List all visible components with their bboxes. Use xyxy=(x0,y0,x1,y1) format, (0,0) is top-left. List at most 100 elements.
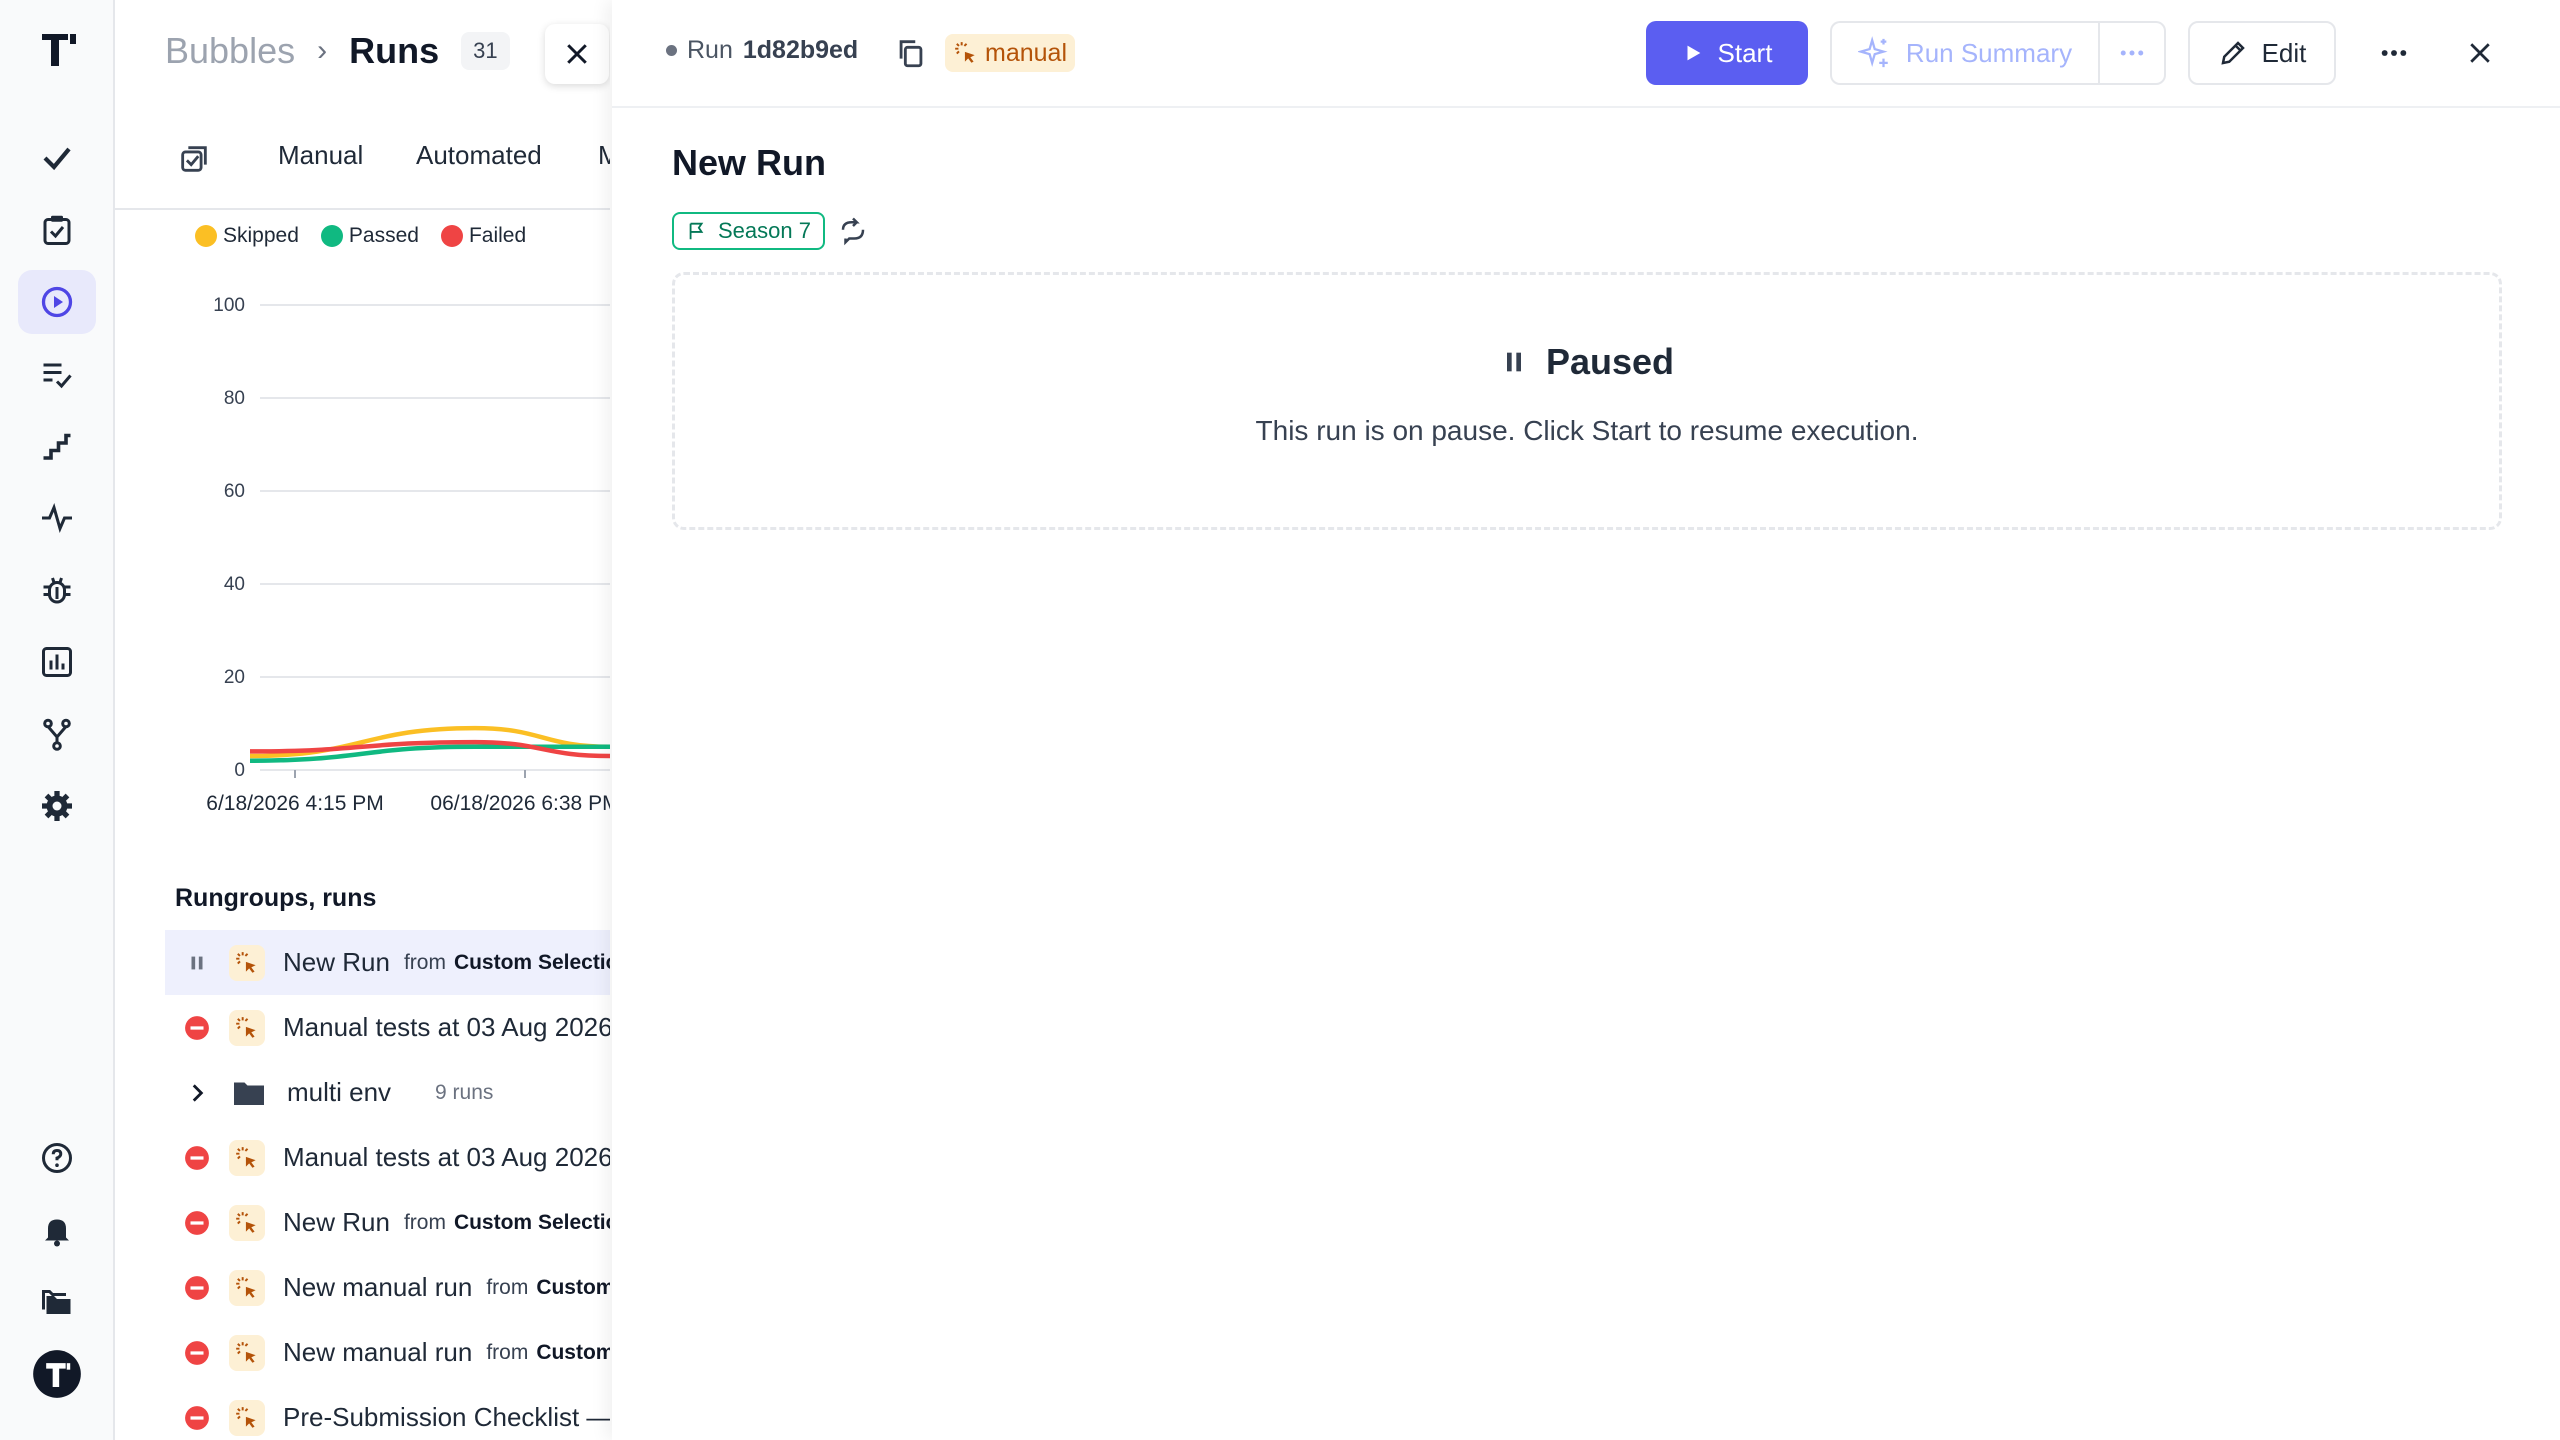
row-source: from Custom Selection xyxy=(486,1341,610,1365)
select-runs-icon[interactable] xyxy=(177,142,211,181)
row-name: New Run xyxy=(283,1207,390,1237)
row-name: Manual tests at 03 Aug 2026 xyxy=(283,1142,610,1172)
paused-title: Paused xyxy=(675,341,2499,383)
run-row[interactable]: Manual tests at 03 Aug 2026 xyxy=(165,1125,610,1190)
run-row[interactable]: Manual tests at 03 Aug 2026 xyxy=(165,995,610,1060)
copy-icon[interactable] xyxy=(894,36,928,75)
chart-legend: Skipped Passed Failed xyxy=(195,224,526,248)
manual-icon xyxy=(229,1269,265,1306)
y-tick-label: 40 xyxy=(224,574,245,595)
play-circle-icon[interactable] xyxy=(18,270,96,334)
list-check-icon[interactable] xyxy=(18,342,96,406)
run-type-badge: manual xyxy=(945,34,1075,72)
legend-skipped-dot xyxy=(195,225,217,247)
run-row[interactable]: New Run from Custom Selection xyxy=(165,1190,610,1255)
sparkles-icon xyxy=(1857,36,1888,68)
run-row[interactable]: New manual run from Custom Selection xyxy=(165,1320,610,1385)
legend-failed-dot xyxy=(440,225,463,247)
row-name: New Run xyxy=(283,947,390,977)
legend-passed-dot xyxy=(320,225,343,247)
manual-icon xyxy=(229,1139,265,1176)
breadcrumb-project[interactable]: Bubbles xyxy=(165,30,295,72)
run-row[interactable]: Pre-Submission Checklist — QA xyxy=(165,1385,610,1440)
row-source-label: from xyxy=(486,1275,529,1299)
tab-manual[interactable]: Manual xyxy=(278,140,363,171)
steps-icon[interactable] xyxy=(18,414,96,478)
edit-button[interactable]: Edit xyxy=(2188,21,2336,85)
breadcrumb-separator: › xyxy=(317,34,328,67)
runs-chart: 0 20 40 60 80 100 6/18/2026 4:15 PM 06/18/2026 … xyxy=(206,295,610,815)
row-name: Manual tests at 03 Aug 2026 xyxy=(283,1012,610,1042)
pulse-icon[interactable] xyxy=(18,486,96,550)
logo-icon[interactable] xyxy=(38,30,78,70)
legend-skipped: Skipped xyxy=(195,224,299,248)
ellipsis-icon xyxy=(2120,50,2144,56)
more-options-button[interactable] xyxy=(2362,21,2426,85)
row-name: Pre-Submission Checklist — QA xyxy=(283,1402,610,1432)
help-icon[interactable] xyxy=(18,1126,96,1190)
tab-more[interactable]: M xyxy=(598,140,610,171)
branch-icon[interactable] xyxy=(18,702,96,766)
row-name: New manual run xyxy=(283,1272,473,1302)
run-type-tabs: Manual Automated M xyxy=(115,130,610,210)
manual-icon xyxy=(229,1204,265,1241)
pencil-icon xyxy=(2221,41,2245,65)
row-source: from Custom Selection xyxy=(404,1211,610,1235)
x-tick-label: 06/18/2026 6:38 PM xyxy=(430,792,610,815)
run-toolbar: Run 1d82b9ed manual Start Run Summary Ed… xyxy=(612,0,2560,108)
run-row[interactable]: New manual run from Custom Selection xyxy=(165,1255,610,1320)
failed-status-icon xyxy=(165,1145,229,1171)
runs-panel: Bubbles › Runs 31 Manual Automated M Ski… xyxy=(115,0,610,1440)
row-name: multi env xyxy=(287,1077,392,1107)
start-button[interactable]: Start xyxy=(1646,21,1808,85)
tab-automated[interactable]: Automated xyxy=(416,140,542,171)
failed-status-icon xyxy=(165,1210,229,1236)
run-id-value: 1d82b9ed xyxy=(742,36,859,64)
bar-chart-icon[interactable] xyxy=(18,630,96,694)
row-source-value: Custom Selection xyxy=(536,1275,610,1299)
x-tick-label: 6/18/2026 4:15 PM xyxy=(206,792,383,815)
row-meta: 9 runs xyxy=(435,1080,494,1104)
run-id: Run 1d82b9ed xyxy=(666,36,858,65)
y-tick-label: 20 xyxy=(224,667,245,688)
bug-icon[interactable] xyxy=(18,558,96,622)
summary-options-button[interactable] xyxy=(2098,21,2166,85)
list-title: Rungroups, runs xyxy=(175,884,377,912)
folders-icon[interactable] xyxy=(18,1270,96,1334)
row-source-label: from xyxy=(403,950,446,974)
clipboard-check-icon[interactable] xyxy=(18,198,96,262)
check-icon[interactable] xyxy=(18,126,96,190)
row-source: from Custom Selection xyxy=(404,951,610,975)
play-icon xyxy=(1687,45,1700,61)
runs-list: New Run from Custom Selection Manual tests … xyxy=(165,930,610,1440)
relaunch-icon[interactable] xyxy=(838,216,868,251)
settings-icon[interactable] xyxy=(18,774,96,838)
run-row[interactable]: New Run from Custom Selection xyxy=(165,930,610,995)
run-title: New Run xyxy=(672,142,827,183)
row-source: from Custom Selection xyxy=(486,1276,610,1300)
manual-icon xyxy=(229,1399,265,1436)
bell-icon[interactable] xyxy=(18,1198,96,1262)
y-tick-label: 60 xyxy=(224,481,245,502)
breadcrumb: Bubbles › Runs 31 xyxy=(165,30,510,72)
avatar-icon[interactable] xyxy=(18,1342,96,1406)
sidebar xyxy=(0,0,115,1440)
folder-icon xyxy=(229,1075,269,1111)
failed-status-icon xyxy=(165,1015,229,1041)
row-source-label: from xyxy=(403,1210,446,1234)
chevron-right-icon[interactable] xyxy=(165,1080,229,1106)
legend-failed: Failed xyxy=(440,224,526,248)
rungroup-row[interactable]: multi env 9 runs xyxy=(165,1060,610,1125)
legend-passed: Passed xyxy=(320,224,419,248)
close-icon xyxy=(567,44,587,64)
manual-icon xyxy=(955,42,975,63)
close-panel-button[interactable] xyxy=(545,24,609,84)
run-detail-panel: Run 1d82b9ed manual Start Run Summary Ed… xyxy=(612,0,2560,1440)
flag-icon xyxy=(689,222,704,240)
run-label: Run xyxy=(687,36,733,64)
failed-status-icon xyxy=(165,1275,229,1301)
run-summary-button[interactable]: Run Summary xyxy=(1830,21,2098,85)
milestone-badge[interactable]: Season 7 xyxy=(672,212,825,250)
row-source-value: Custom Selection xyxy=(453,1210,610,1234)
close-run-button[interactable] xyxy=(2448,21,2512,85)
